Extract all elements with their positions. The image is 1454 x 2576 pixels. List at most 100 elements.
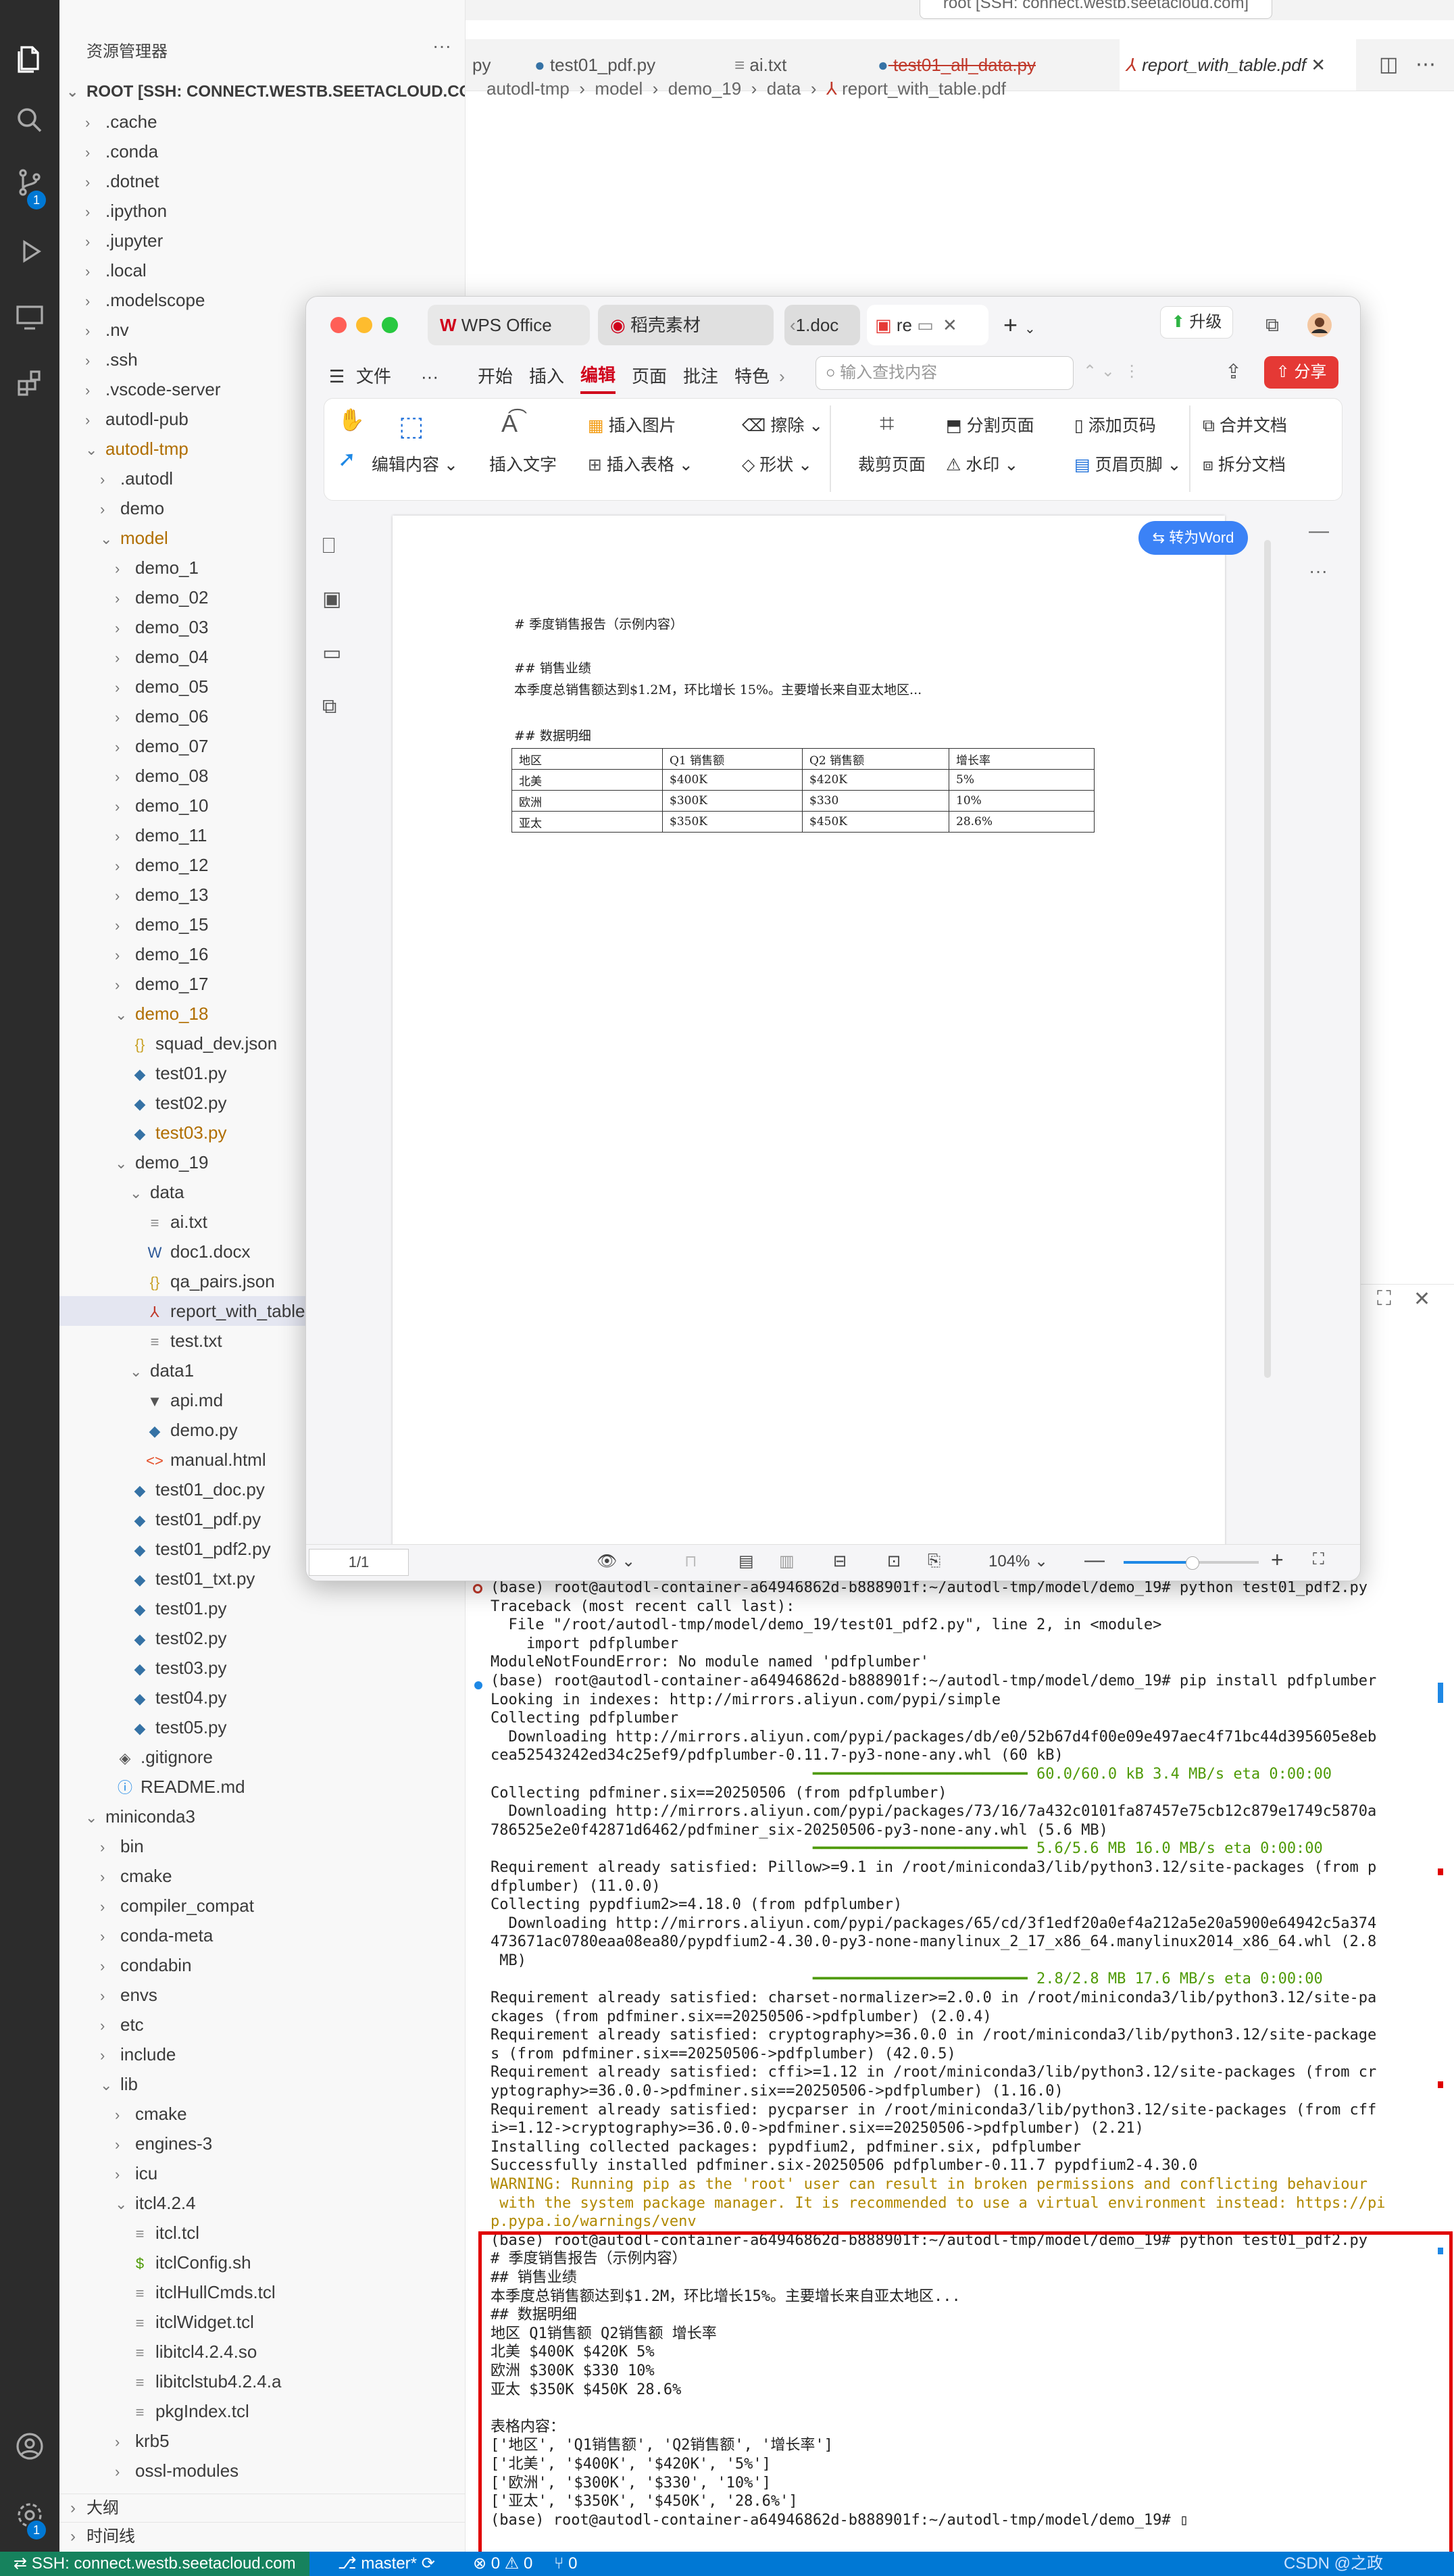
split-editor-icon[interactable]: ◫ [1372, 39, 1406, 91]
hand-tool-icon[interactable]: ✋ [338, 407, 365, 432]
thumbnail-icon[interactable]: ▣ [322, 587, 349, 614]
comment-icon[interactable]: ▭ [322, 641, 349, 668]
menu-edit[interactable]: 编辑 [580, 359, 616, 394]
document-scrollbar[interactable] [1264, 540, 1271, 1378]
insert-text-button[interactable]: 插入文字 [489, 451, 557, 476]
zoom-window-button[interactable] [382, 317, 398, 333]
select-tool-icon[interactable]: ➚ [338, 446, 356, 472]
tree-file[interactable]: ≡ itcl.tcl [59, 2218, 465, 2248]
avatar[interactable] [1306, 305, 1336, 345]
menu-insert[interactable]: 插入 [529, 359, 564, 394]
tree-folder[interactable]: › compiler_compat [59, 1891, 465, 1921]
close-icon[interactable]: ✕ [943, 315, 957, 335]
tree-folder[interactable]: › engines-3 [59, 2129, 465, 2158]
tree-file[interactable]: $ itclConfig.sh [59, 2248, 465, 2277]
upgrade-button[interactable]: ⬆ 升级 [1160, 306, 1233, 339]
breadcrumb-item[interactable]: autodl-tmp [486, 78, 570, 99]
breadcrumb-item[interactable]: model [595, 78, 643, 99]
close-panel-icon[interactable]: ✕ [1413, 1287, 1430, 1311]
problems-status[interactable]: ⊗ 0 ⚠ 0 [473, 2552, 532, 2576]
ports-status[interactable]: ⑂ 0 [554, 2552, 577, 2576]
tree-file[interactable]: ≡ libitcl4.2.4.so [59, 2337, 465, 2367]
header-footer-button[interactable]: ▤ 页眉页脚 ⌄ [1074, 451, 1182, 476]
split-doc-button[interactable]: ⧈ 拆分文档 [1203, 451, 1286, 476]
tree-folder[interactable]: › .dotnet [59, 166, 465, 196]
insert-image-button[interactable]: ▦ 插入图片 [588, 412, 676, 437]
extensions-icon[interactable] [11, 365, 49, 403]
explorer-icon[interactable] [11, 41, 49, 78]
bookmark-icon[interactable]: ⎕ [322, 533, 349, 560]
tree-file[interactable]: ≡ itclHullCmds.tcl [59, 2277, 465, 2307]
menu-more[interactable]: ··· [421, 359, 438, 394]
erase-button[interactable]: ⌫ 擦除 ⌄ [742, 412, 823, 437]
tree-folder[interactable]: › .local [59, 255, 465, 285]
tree-folder[interactable]: › .conda [59, 137, 465, 166]
run-debug-icon[interactable] [11, 232, 49, 270]
breadcrumb-item[interactable]: report_with_table.pdf [842, 78, 1006, 99]
tree-folder[interactable]: › bin [59, 1831, 465, 1861]
search-nav-arrows-icon[interactable]: ⌃ ⌄ ⋮ [1083, 362, 1140, 381]
tree-folder[interactable]: › etc [59, 2010, 465, 2039]
share-button[interactable]: ⇧ 分享 [1264, 356, 1338, 389]
tree-folder[interactable]: › condabin [59, 1950, 465, 1980]
view-mode-icon[interactable]: 👁 ⌄ [597, 1552, 635, 1571]
tree-folder[interactable]: › .jupyter [59, 226, 465, 255]
insert-table-button[interactable]: ⊞ 插入表格 ⌄ [588, 451, 693, 476]
tree-file[interactable]: ≡ itclWidget.tcl [59, 2307, 465, 2337]
tree-folder[interactable]: ⌄ miniconda3 [59, 1802, 465, 1831]
menu-featured[interactable]: 特色 [734, 359, 770, 394]
remote-explorer-icon[interactable] [11, 299, 49, 337]
remote-status[interactable]: ⇄ SSH: connect.westb.seetacloud.com [0, 2552, 309, 2576]
menu-hamburger-icon[interactable]: ☰ [329, 359, 345, 394]
timeline-section[interactable]: › 时间线 [59, 2522, 465, 2551]
tree-folder[interactable]: ⌄ lib [59, 2069, 465, 2099]
add-page-number-button[interactable]: ▯ 添加页码 [1074, 412, 1156, 437]
tree-folder[interactable]: › cmake [59, 1861, 465, 1891]
wps-docer-tab[interactable]: ◉ 稻壳素材 [598, 305, 774, 345]
menu-start[interactable]: 开始 [478, 359, 513, 394]
editor-tab-active[interactable]: ⅄ report_with_table.pdf ✕ [1120, 39, 1356, 91]
merge-doc-button[interactable]: ⧉ 合并文档 [1203, 412, 1287, 437]
page-number-input[interactable]: 1/1 [309, 1549, 409, 1576]
chevron-right-icon[interactable]: › [779, 359, 785, 394]
tree-file[interactable]: ◆ test05.py [59, 1712, 465, 1742]
fit-page-icon[interactable]: ⛶ [1313, 1550, 1324, 1569]
tree-file[interactable]: ≡ libitclstub4.2.4.a [59, 2367, 465, 2396]
more-actions-icon[interactable]: ⋯ [1409, 39, 1443, 91]
tree-file[interactable]: ◆ test02.py [59, 1623, 465, 1653]
zoom-slider-track[interactable] [1124, 1556, 1259, 1570]
branch-status[interactable]: ⎇ master* ⟳ [338, 2552, 435, 2576]
reading-mode-icon[interactable]: ⊟ [833, 1552, 847, 1571]
tree-file[interactable]: ◆ test01.py [59, 1593, 465, 1623]
terminal-success-decoration-icon[interactable] [474, 1681, 482, 1689]
fit-width-icon[interactable]: ⊓ [684, 1552, 697, 1571]
tree-file[interactable]: ◆ test03.py [59, 1653, 465, 1683]
explorer-more-icon[interactable]: ··· [432, 35, 451, 57]
tree-folder[interactable]: › icu [59, 2158, 465, 2188]
wps-home-tab[interactable]: W WPS Office [428, 305, 590, 345]
terminal-error-decoration-icon[interactable] [473, 1584, 482, 1593]
tree-folder[interactable]: › .ipython [59, 196, 465, 226]
account-icon[interactable] [11, 2427, 49, 2465]
close-icon[interactable]: ✕ [1311, 55, 1326, 75]
wps-search-input[interactable]: ○ 输入查找内容 [816, 356, 1074, 390]
tree-folder[interactable]: › cmake [59, 2099, 465, 2129]
split-page-button[interactable]: ⬒ 分割页面 [946, 412, 1034, 437]
double-page-icon[interactable]: ▥ [779, 1552, 795, 1571]
tree-folder[interactable]: › .cache [59, 107, 465, 137]
edit-content-button[interactable]: 编辑内容 ⌄ [372, 451, 458, 476]
menu-file[interactable]: 文件 [356, 359, 391, 394]
crop-page-button[interactable]: 裁剪页面 [858, 451, 926, 476]
fullscreen-icon[interactable]: ⊡ [887, 1552, 901, 1571]
maximize-panel-icon[interactable]: ⛶ [1377, 1287, 1391, 1310]
workspace-root[interactable]: ⌄ ROOT [SSH: CONNECT.WESTB.SEETACLOUD.CO.… [59, 77, 465, 107]
breadcrumb-item[interactable]: data [767, 78, 801, 99]
zoom-in-icon[interactable]: + [1271, 1547, 1284, 1572]
shape-button[interactable]: ◇ 形状 ⌄ [742, 451, 812, 476]
zoom-level[interactable]: 104% ⌄ [988, 1552, 1048, 1571]
wps-pdf-tab-active[interactable]: ▣ re ▭ ✕ [867, 305, 988, 345]
collapse-panel-icon[interactable]: — [1309, 520, 1329, 543]
outline-section[interactable]: › 大纲 [59, 2494, 465, 2523]
convert-to-word-button[interactable]: ⇆ 转为Word [1138, 521, 1248, 555]
tree-folder[interactable]: › conda-meta [59, 1921, 465, 1950]
